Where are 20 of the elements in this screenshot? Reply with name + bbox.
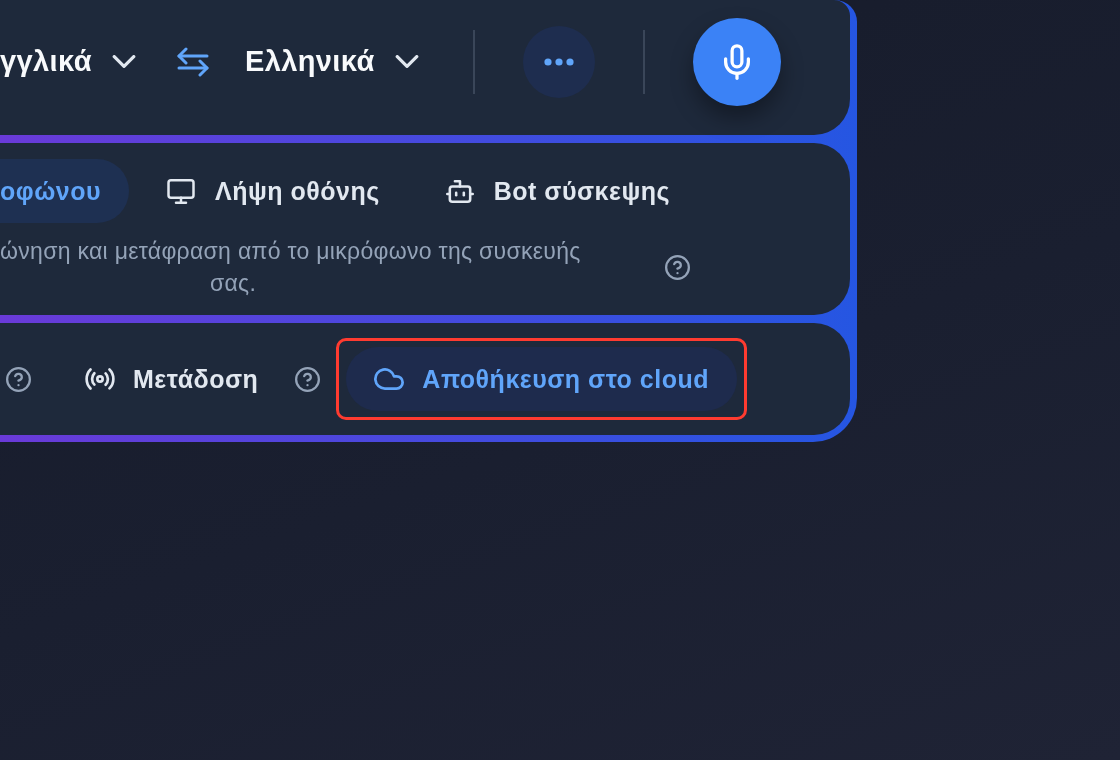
more-dots-icon xyxy=(543,57,574,66)
help-icon[interactable] xyxy=(295,366,321,392)
monitor-icon xyxy=(167,178,195,204)
help-icon[interactable] xyxy=(665,254,690,280)
microphone-icon xyxy=(723,43,750,80)
source-tab[interactable]: Bot σύσκεψης xyxy=(417,159,698,223)
broadcast-button[interactable]: Μετάδοση xyxy=(57,347,287,411)
source-tab[interactable]: οφώνου xyxy=(0,159,129,223)
robot-icon xyxy=(445,178,474,204)
cloud-save-button[interactable]: Αποθήκευση στο cloud xyxy=(346,347,737,411)
source-tab[interactable]: Λήψη οθόνης xyxy=(139,159,408,223)
chevron-down-icon xyxy=(394,55,419,68)
source-language-dropdown[interactable]: γγλικά xyxy=(0,44,136,79)
cloud-icon xyxy=(374,367,405,391)
broadcast-icon xyxy=(85,367,115,391)
target-language-dropdown[interactable]: Ελληνικά xyxy=(244,44,419,79)
description-text: ώνηση και μετάφραση από το μικρόφωνο της συσκευής σας. xyxy=(0,237,582,298)
swap-arrows-icon[interactable] xyxy=(175,46,210,77)
chevron-down-icon xyxy=(111,55,136,68)
help-icon[interactable] xyxy=(6,366,31,392)
